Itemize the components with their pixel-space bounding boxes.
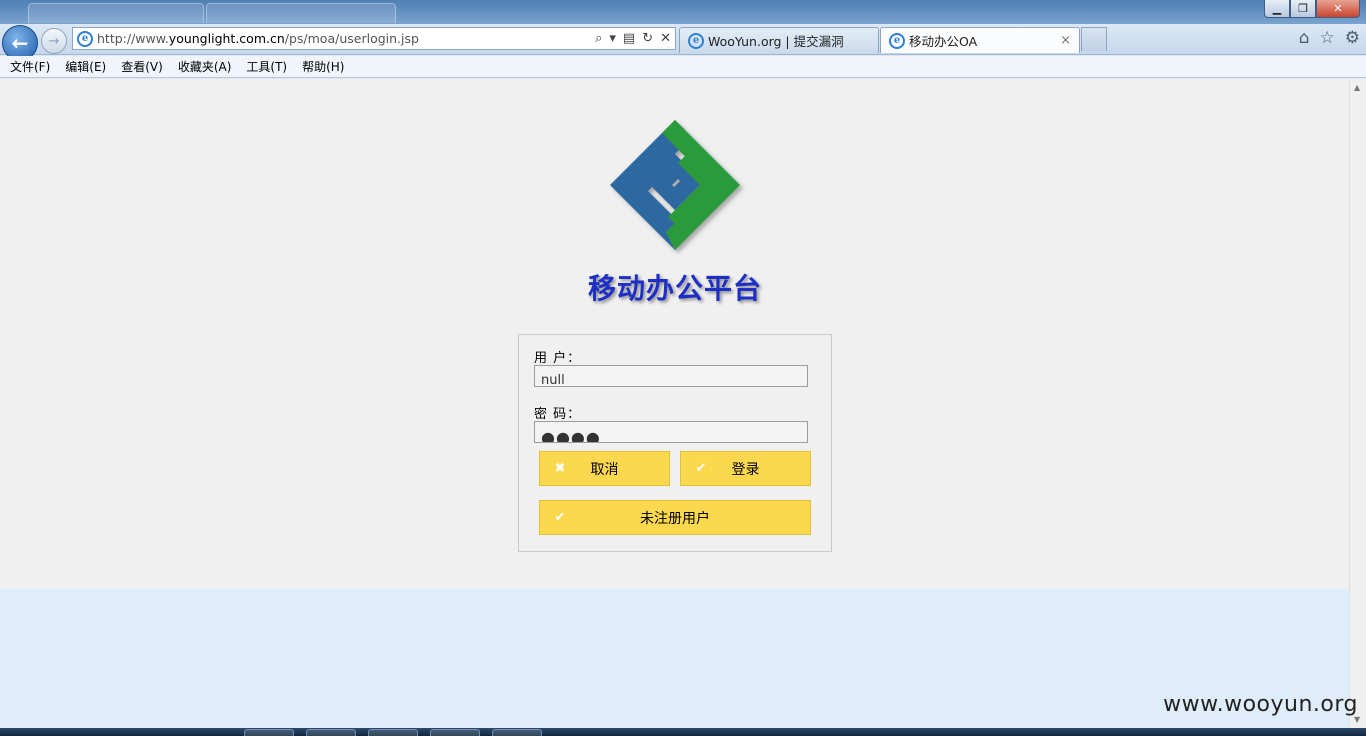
- minimize-button[interactable]: ▁: [1264, 0, 1290, 18]
- tab-moa-active[interactable]: e 移动办公OA ×: [880, 27, 1080, 53]
- maximize-button[interactable]: ❐: [1290, 0, 1316, 18]
- settings-gear-icon[interactable]: ⚙: [1345, 28, 1360, 48]
- taskbar-item[interactable]: [244, 729, 294, 736]
- register-button-label: 未注册用户: [640, 510, 710, 527]
- menu-favorites[interactable]: 收藏夹(A): [173, 58, 237, 75]
- login-button-label: 登录: [731, 461, 760, 478]
- page-viewport: 移动办公平台 用 户： null 密 码： ●●●● ✖ 取消 ✔ 登录 ✔ 未…: [0, 79, 1349, 728]
- menu-edit[interactable]: 编辑(E): [60, 58, 111, 75]
- close-tab-icon[interactable]: ×: [1060, 33, 1071, 48]
- search-icon[interactable]: ⌕: [595, 31, 602, 46]
- ie-page-icon: e: [889, 32, 905, 49]
- password-field[interactable]: ●●●●: [534, 421, 808, 443]
- tab-title: 移动办公OA: [909, 34, 978, 49]
- taskbar-item[interactable]: [492, 729, 542, 736]
- new-tab-button[interactable]: [1081, 27, 1107, 51]
- ie-page-icon: e: [688, 32, 704, 49]
- address-tools: ⌕ ▾ ▤ ↻ ✕: [595, 31, 675, 46]
- tab-title: WooYun.org | 提交漏洞: [708, 34, 844, 49]
- favorites-star-icon[interactable]: ☆: [1320, 28, 1335, 48]
- compatibility-view-icon[interactable]: ▤: [623, 31, 635, 46]
- taskbar-item[interactable]: [306, 729, 356, 736]
- password-label: 密 码：: [534, 407, 582, 422]
- menu-view[interactable]: 查看(V): [116, 58, 168, 75]
- moa-logo-icon: [610, 120, 740, 250]
- taskbar: [0, 728, 1366, 736]
- background-tab-ghost: [28, 3, 204, 23]
- taskbar-item[interactable]: [368, 729, 418, 736]
- taskbar-item[interactable]: [430, 729, 480, 736]
- username-label: 用 户：: [534, 351, 582, 366]
- menu-bar: 文件(F) 编辑(E) 查看(V) 收藏夹(A) 工具(T) 帮助(H): [0, 56, 1366, 78]
- close-icon: ✖: [554, 461, 566, 476]
- tab-wooyun[interactable]: e WooYun.org | 提交漏洞: [679, 27, 879, 53]
- cancel-button[interactable]: ✖ 取消: [539, 451, 670, 486]
- address-bar[interactable]: e http://www.younglight.com.cn/ps/moa/us…: [72, 27, 676, 50]
- browser-toolbar-icons: ⌂ ☆ ⚙: [1299, 28, 1360, 48]
- watermark: www.wooyun.org: [1163, 692, 1358, 717]
- search-dropdown-icon[interactable]: ▾: [609, 31, 616, 46]
- close-window-button[interactable]: ✕: [1316, 0, 1360, 18]
- forward-button[interactable]: →: [41, 28, 67, 54]
- address-url[interactable]: http://www.younglight.com.cn/ps/moa/user…: [97, 31, 595, 46]
- ie-page-icon: e: [77, 30, 93, 47]
- menu-tools[interactable]: 工具(T): [241, 58, 292, 75]
- login-page-background: 移动办公平台 用 户： null 密 码： ●●●● ✖ 取消 ✔ 登录 ✔ 未…: [0, 79, 1349, 589]
- menu-file[interactable]: 文件(F): [5, 58, 55, 75]
- navigation-bar: ← → e http://www.younglight.com.cn/ps/mo…: [0, 24, 1366, 61]
- background-tab-ghost: [206, 3, 396, 23]
- scroll-up-arrow-icon[interactable]: ▲: [1354, 83, 1360, 92]
- login-form: 用 户： null 密 码： ●●●● ✖ 取消 ✔ 登录 ✔ 未注册用户: [518, 334, 832, 552]
- refresh-icon[interactable]: ↻: [642, 31, 653, 46]
- checkmark-icon: ✔: [554, 510, 566, 525]
- vertical-scrollbar[interactable]: ▲ ▼: [1349, 79, 1366, 728]
- register-button[interactable]: ✔ 未注册用户: [539, 500, 811, 535]
- platform-title: 移动办公平台: [587, 272, 762, 305]
- username-field[interactable]: null: [534, 365, 808, 387]
- stop-icon[interactable]: ✕: [660, 31, 671, 46]
- login-button[interactable]: ✔ 登录: [680, 451, 811, 486]
- home-icon[interactable]: ⌂: [1299, 28, 1310, 48]
- checkmark-icon: ✔: [695, 461, 707, 476]
- menu-help[interactable]: 帮助(H): [297, 58, 349, 75]
- cancel-button-label: 取消: [590, 461, 619, 478]
- window-controls: ▁ ❐ ✕: [1264, 0, 1360, 18]
- window-title-bar: ▁ ❐ ✕: [0, 0, 1366, 24]
